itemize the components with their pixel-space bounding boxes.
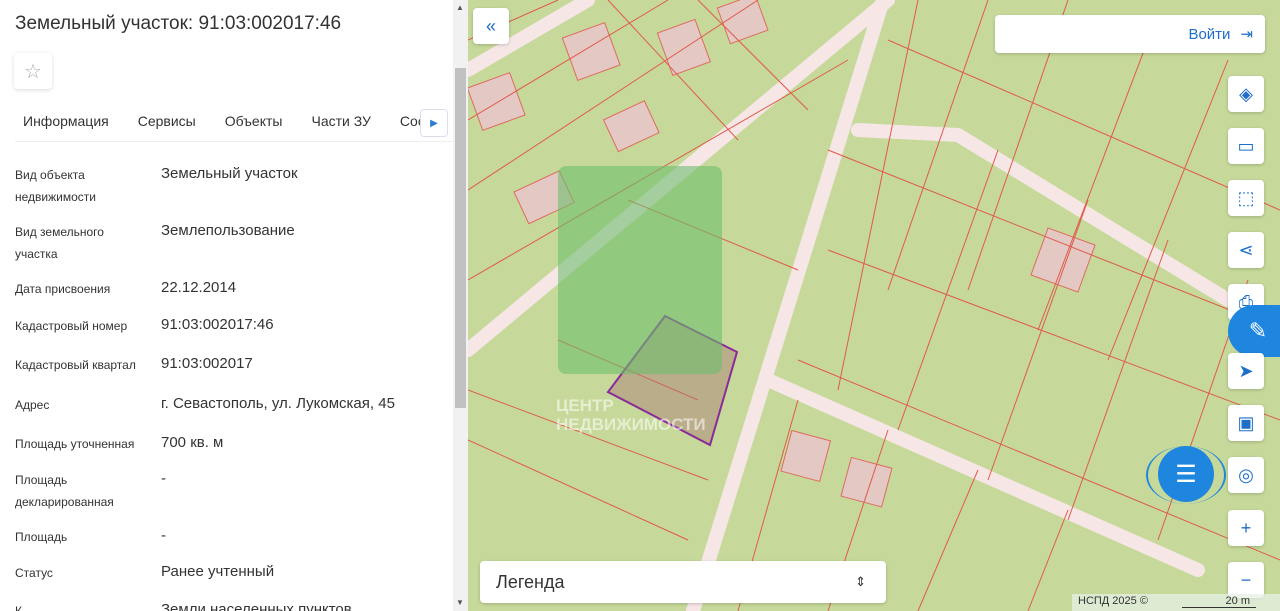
layers-icon[interactable]: ◈ (1228, 76, 1264, 112)
field-value: Земельный участок (161, 165, 298, 182)
tabs-next-button[interactable]: ▶ (420, 109, 448, 137)
field-label: Площадь уточненная (15, 437, 135, 451)
login-button[interactable]: Войти ⇥ (995, 15, 1265, 53)
minimap-icon[interactable]: ▣ (1228, 405, 1264, 441)
field-label: Площадь (15, 530, 68, 544)
legend-label: Легенда (496, 571, 565, 592)
map-attribution: НСПД 2025 © 20 m (1072, 594, 1280, 611)
field-label: Дата присвоения (15, 282, 111, 296)
field-label: Вид земельного участка (15, 225, 104, 261)
field-label: Кадастровый квартал (15, 358, 136, 372)
ruler-icon[interactable]: ▭ (1228, 128, 1264, 164)
field-value: - (161, 470, 166, 487)
attribution-text: НСПД 2025 © (1078, 595, 1148, 607)
scroll-down-icon[interactable]: ▼ (456, 598, 464, 607)
field-label: Вид объекта недвижимости (15, 168, 96, 204)
chat-icon[interactable]: ☰ (1158, 446, 1214, 502)
field-label: К (15, 604, 22, 611)
watermark-logo (558, 166, 722, 374)
favorite-star-icon[interactable]: ☆ (14, 53, 52, 89)
field-value: Земли населенных пунктов (161, 601, 352, 611)
field-value: 22.12.2014 (161, 279, 237, 296)
field-label: Адрес (15, 398, 50, 412)
login-label: Войти (1188, 25, 1231, 43)
field-value: - (161, 527, 166, 544)
collapse-panel-button[interactable]: « (473, 8, 509, 44)
field-value: Землепользование (161, 222, 295, 239)
zoom-in-button[interactable]: + (1228, 510, 1264, 546)
map-canvas[interactable]: ЦЕНТР НЕДВИЖИМОСТИ « Войти ⇥ ◈ ▭ ⬚ ⋖ ⎙ ✎ … (468, 0, 1280, 611)
field-label: Статус (15, 566, 53, 580)
scale-bar: 20 m (1182, 595, 1256, 608)
geolocation-icon[interactable]: ➤ (1228, 353, 1264, 389)
info-panel: Земельный участок: 91:03:002017:46 ☆ Инф… (0, 0, 468, 611)
watermark-text: ЦЕНТР НЕДВИЖИМОСТИ (556, 396, 706, 434)
field-value: г. Севастополь, ул. Лукомская, 45 (161, 395, 395, 412)
legend-dropdown[interactable]: Легенда ⇕ (480, 561, 886, 603)
field-value: Ранее учтенный (161, 563, 275, 580)
login-icon: ⇥ (1240, 26, 1253, 43)
tab-bar: ИнформацияСервисыОбъектыЧасти ЗУСостав (15, 104, 453, 142)
field-label: Кадастровый номер (15, 319, 128, 333)
panel-scrollbar[interactable]: ▲ ▼ (453, 0, 468, 611)
field-value: 91:03:002017 (161, 355, 253, 372)
tab-services[interactable]: Сервисы (130, 104, 204, 141)
scrollbar-thumb[interactable] (455, 68, 466, 408)
tab-parts[interactable]: Части ЗУ (303, 104, 378, 141)
page-title: Земельный участок: 91:03:002017:46 (15, 13, 342, 34)
tab-objects[interactable]: Объекты (217, 104, 291, 141)
field-value: 700 кв. м (161, 434, 224, 451)
zoom-out-button[interactable]: − (1228, 562, 1264, 598)
field-label: Площадь декларированная (15, 473, 114, 509)
area-select-icon[interactable]: ⬚ (1228, 180, 1264, 216)
field-value: 91:03:002017:46 (161, 316, 274, 333)
share-icon[interactable]: ⋖ (1228, 232, 1264, 268)
side-widget-icon[interactable]: ✎ (1228, 305, 1280, 357)
scroll-up-icon[interactable]: ▲ (456, 3, 464, 12)
chevron-updown-icon: ⇕ (855, 574, 866, 589)
tab-info[interactable]: Информация (15, 104, 117, 141)
search-location-icon[interactable]: ◎ (1228, 457, 1264, 493)
